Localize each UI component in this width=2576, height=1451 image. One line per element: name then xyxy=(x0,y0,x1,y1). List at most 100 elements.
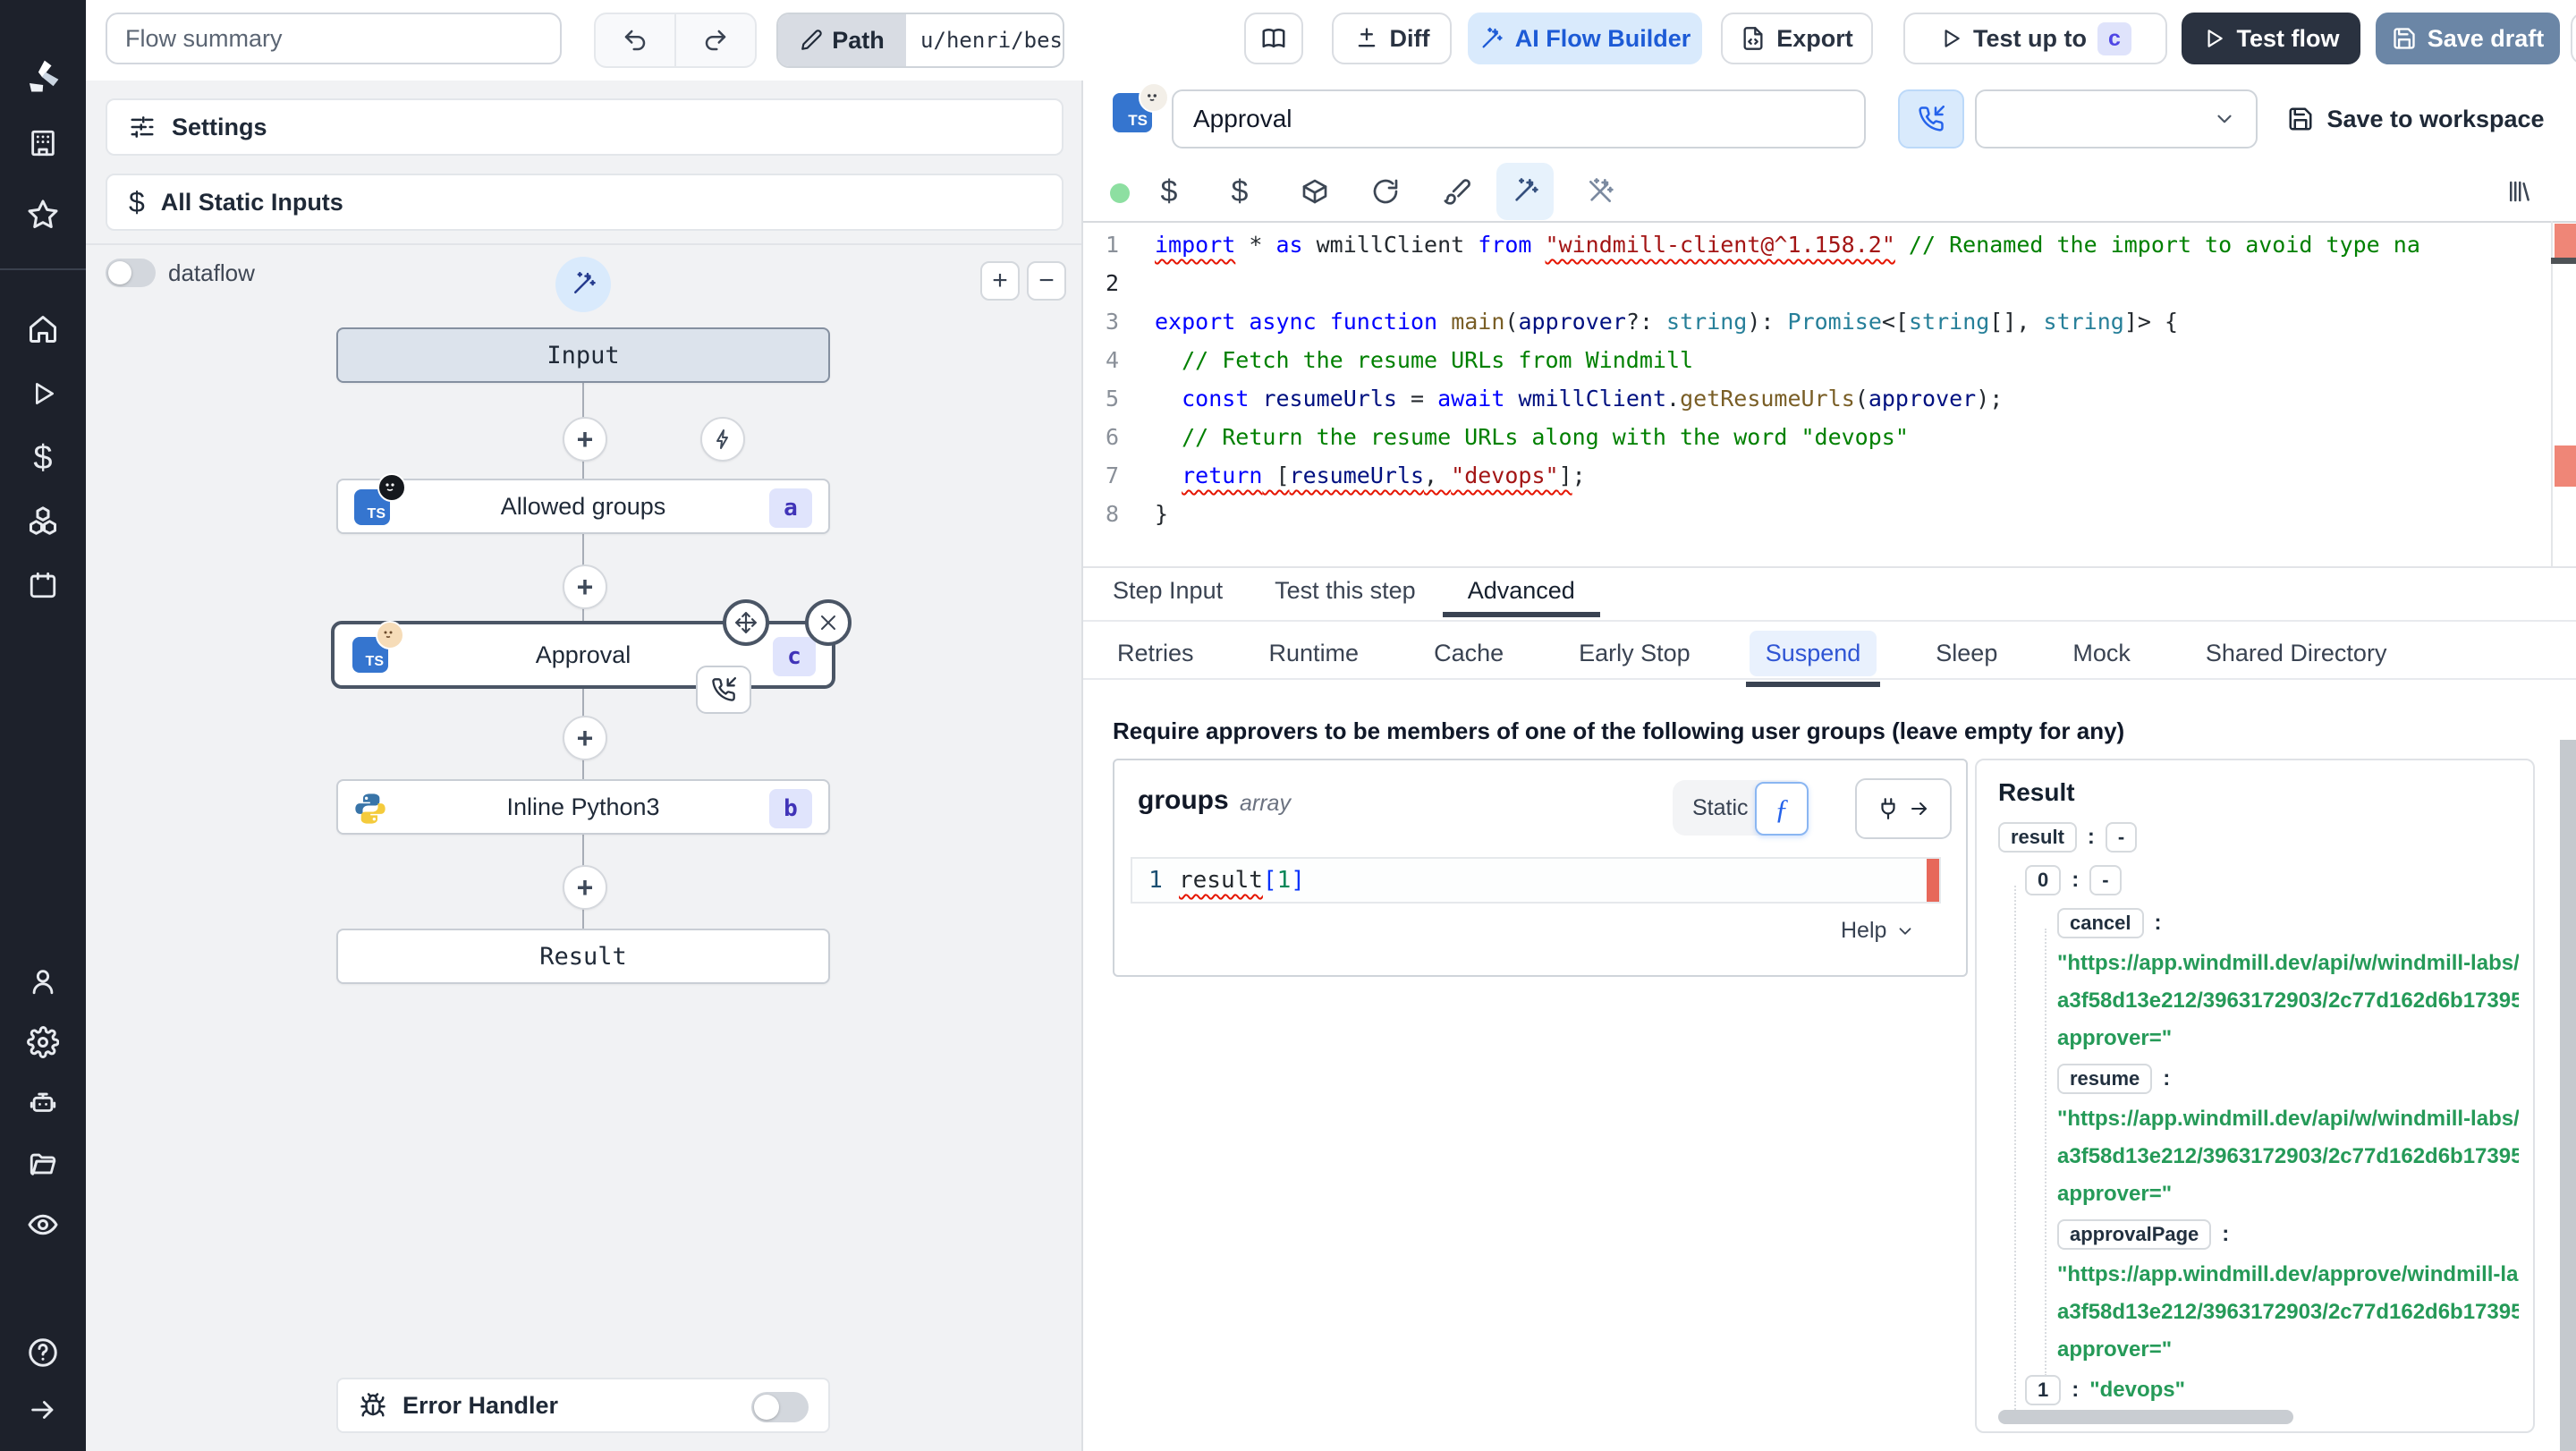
json-key-cancel[interactable]: cancel xyxy=(2057,908,2144,938)
add-step-button[interactable]: + xyxy=(563,564,607,609)
json-key-approvalpage[interactable]: approvalPage xyxy=(2057,1219,2212,1250)
flow-node-inline-python[interactable]: Inline Python3 b xyxy=(336,779,830,835)
help-question-icon[interactable] xyxy=(0,1328,86,1378)
connect-input-button[interactable] xyxy=(1855,778,1952,839)
collapse-arrow-right-icon[interactable] xyxy=(0,1385,86,1435)
flow-node-result[interactable]: Result xyxy=(336,929,830,984)
wand-sparkles-icon xyxy=(1515,178,1538,201)
add-step-button[interactable]: + xyxy=(563,865,607,910)
format-brush-button[interactable] xyxy=(1430,165,1484,218)
code-lines[interactable]: import * as wmillClient from "windmill-c… xyxy=(1155,225,2550,533)
subtab-sleep[interactable]: Sleep xyxy=(1919,631,2013,676)
add-step-button[interactable]: + xyxy=(563,716,607,760)
workers-robot-icon[interactable] xyxy=(0,1078,86,1128)
flow-node-input[interactable]: Input xyxy=(336,327,830,383)
code-line[interactable]: export async function main(approver?: st… xyxy=(1155,302,2550,341)
package-button[interactable] xyxy=(1288,165,1342,218)
collapse-toggle[interactable]: - xyxy=(2105,822,2138,853)
resources-cubes-icon[interactable] xyxy=(0,496,86,546)
subtab-early-stop[interactable]: Early Stop xyxy=(1563,631,1707,676)
tag-select[interactable] xyxy=(1975,89,2258,148)
ai-fix-off-button[interactable] xyxy=(1573,165,1627,218)
ai-assistant-button[interactable] xyxy=(555,257,611,312)
editor-scrollbar-thumb[interactable] xyxy=(2551,258,2576,264)
error-handler-toggle[interactable] xyxy=(751,1392,809,1422)
subtab-cache[interactable]: Cache xyxy=(1418,631,1520,676)
path-button[interactable]: Path xyxy=(778,14,907,66)
test-up-to-step-badge[interactable]: c xyxy=(2097,21,2131,55)
zoom-out-button[interactable]: − xyxy=(1027,261,1066,301)
settings-gear-icon[interactable] xyxy=(0,1017,86,1067)
flow-settings-button[interactable]: Settings xyxy=(106,98,1063,156)
suspend-phone-badge[interactable] xyxy=(696,666,751,714)
library-button[interactable] xyxy=(2492,165,2546,218)
schedules-calendar-icon[interactable] xyxy=(0,560,86,610)
suspend-phone-button[interactable] xyxy=(1898,89,1964,148)
json-key-resume[interactable]: resume xyxy=(2057,1064,2153,1094)
json-key-0[interactable]: 0 xyxy=(2025,865,2062,895)
code-line[interactable]: } xyxy=(1155,495,2550,533)
json-key-1[interactable]: 1 xyxy=(2025,1375,2062,1405)
export-button[interactable]: Export xyxy=(1721,13,1873,64)
flow-node-allowed-groups[interactable]: TS Allowed groups a xyxy=(336,473,830,534)
function-mode-button[interactable]: ƒ xyxy=(1755,782,1809,836)
undo-button[interactable] xyxy=(596,14,676,66)
folders-icon[interactable] xyxy=(0,1139,86,1189)
save-draft-button[interactable]: Save draft xyxy=(2376,13,2560,64)
help-dropdown[interactable]: Help xyxy=(1841,918,1915,944)
page-scrollbar[interactable] xyxy=(2560,740,2576,1451)
json-key-result[interactable]: result xyxy=(1998,822,2077,853)
subtab-mock[interactable]: Mock xyxy=(2056,631,2147,676)
help-label: Help xyxy=(1841,918,1887,943)
redo-button[interactable] xyxy=(676,14,755,66)
move-node-handle[interactable] xyxy=(723,599,769,646)
code-line[interactable]: // Return the resume URLs along with the… xyxy=(1155,418,2550,456)
all-static-inputs-button[interactable]: $ All Static Inputs xyxy=(106,174,1063,231)
code-line[interactable]: const resumeUrls = await wmillClient.get… xyxy=(1155,379,2550,418)
code-line[interactable]: import * as wmillClient from "windmill-c… xyxy=(1155,225,2550,264)
test-flow-button[interactable]: Test flow xyxy=(2182,13,2360,64)
variables-dollar-icon[interactable]: $ xyxy=(0,433,86,483)
path-value[interactable]: u/henri/bes xyxy=(906,14,1063,66)
subtab-runtime[interactable]: Runtime xyxy=(1253,631,1376,676)
subtab-shared-directory[interactable]: Shared Directory xyxy=(2190,631,2403,676)
audit-eye-icon[interactable] xyxy=(0,1200,86,1250)
variables-dollar-button[interactable]: $ xyxy=(1142,165,1196,218)
code-line[interactable]: return [resumeUrls, "devops"]; xyxy=(1155,456,2550,495)
zoom-in-button[interactable]: + xyxy=(980,261,1020,301)
runs-play-icon[interactable] xyxy=(0,369,86,419)
code-line[interactable]: // Fetch the resume URLs from Windmill xyxy=(1155,341,2550,379)
reload-button[interactable] xyxy=(1359,165,1412,218)
dataflow-toggle[interactable] xyxy=(106,259,156,287)
add-step-button[interactable]: + xyxy=(563,417,607,462)
tab-advanced[interactable]: Advanced xyxy=(1442,577,1600,617)
diff-button[interactable]: Diff xyxy=(1332,13,1452,64)
add-trigger-button[interactable] xyxy=(700,417,745,462)
tab-step-input[interactable]: Step Input xyxy=(1113,577,1223,617)
ai-flow-builder-label: AI Flow Builder xyxy=(1514,24,1691,52)
docs-book-button[interactable] xyxy=(1244,13,1303,64)
home-icon[interactable] xyxy=(0,304,86,354)
favorites-star-icon[interactable] xyxy=(0,190,86,240)
ai-edit-button[interactable] xyxy=(1496,163,1554,220)
workspace-building-icon[interactable] xyxy=(0,118,86,168)
ai-flow-builder-button[interactable]: AI Flow Builder xyxy=(1468,13,1702,64)
horizontal-scrollbar[interactable] xyxy=(1998,1410,2293,1424)
subtab-retries[interactable]: Retries xyxy=(1101,631,1210,676)
collapse-toggle[interactable]: - xyxy=(2089,865,2122,895)
test-up-to-button[interactable]: Test up to c xyxy=(1903,13,2167,64)
tab-test-this-step[interactable]: Test this step xyxy=(1275,577,1416,617)
code-line[interactable] xyxy=(1155,264,2550,302)
windmill-logo[interactable] xyxy=(0,52,86,102)
resources-dollar-button[interactable]: $ xyxy=(1213,165,1267,218)
subtab-suspend[interactable]: Suspend xyxy=(1745,630,1880,687)
groups-expression-editor[interactable]: 1 result[1] xyxy=(1131,857,1941,904)
diff-icon xyxy=(1358,28,1375,47)
user-person-icon[interactable] xyxy=(0,956,86,1006)
save-to-workspace-button[interactable]: Save to workspace xyxy=(2286,89,2546,148)
step-name-input[interactable] xyxy=(1172,89,1866,148)
delete-node-button[interactable] xyxy=(805,599,852,646)
flow-summary-input[interactable] xyxy=(106,13,562,64)
app-sidebar: $ xyxy=(0,0,86,1451)
error-handler-card[interactable]: Error Handler xyxy=(336,1378,830,1433)
